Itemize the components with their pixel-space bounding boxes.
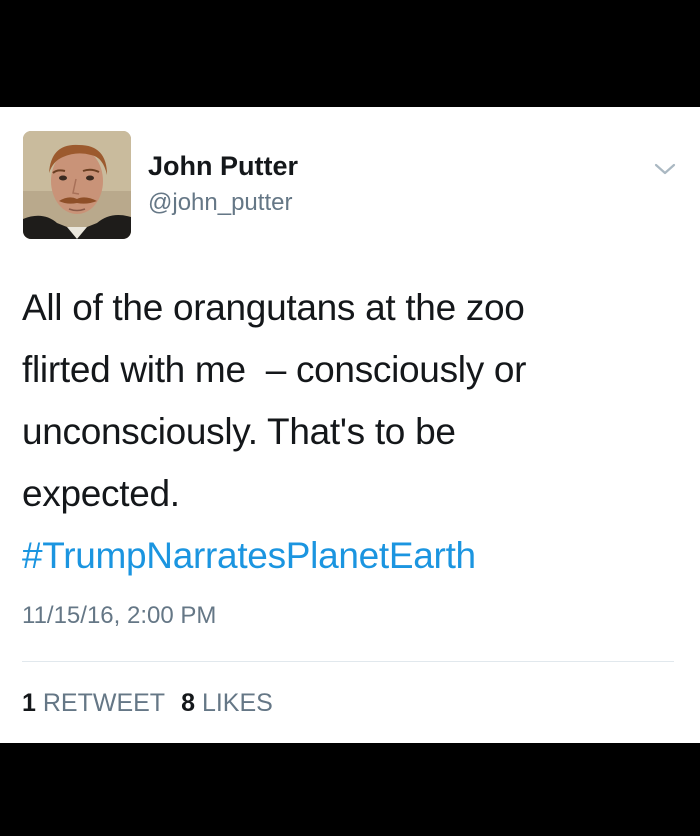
tweet-text-line: expected. [22,473,180,514]
avatar[interactable] [23,131,131,239]
screenshot-frame: John Putter @john_putter All of the oran… [0,0,700,836]
retweets-label: RETWEET [42,689,166,717]
divider [22,661,674,662]
author-handle[interactable]: @john_putter [148,189,292,217]
retweets-count: 1 [22,689,36,717]
likes-count: 8 [181,689,195,717]
engagement-stats: 1 RETWEET 8 LIKES [22,689,273,718]
tweet-text-line: flirted with me – consciously or [22,349,527,390]
tweet-timestamp[interactable]: 11/15/16, 2:00 PM [22,602,216,630]
likes-label: LIKES [201,689,273,717]
tweet-card: John Putter @john_putter All of the oran… [0,107,700,743]
retweets-stat[interactable]: 1 RETWEET [22,689,165,717]
portrait-image [23,131,131,239]
tweet-text: All of the orangutans at the zoo flirted… [22,277,662,587]
likes-stat[interactable]: 8 LIKES [181,689,273,717]
tweet-text-line: unconsciously. That's to be [22,411,456,452]
hashtag-link[interactable]: #TrumpNarratesPlanetEarth [22,525,662,587]
chevron-down-icon[interactable] [652,159,678,179]
author-display-name[interactable]: John Putter [148,151,298,182]
tweet-text-line: All of the orangutans at the zoo [22,287,525,328]
